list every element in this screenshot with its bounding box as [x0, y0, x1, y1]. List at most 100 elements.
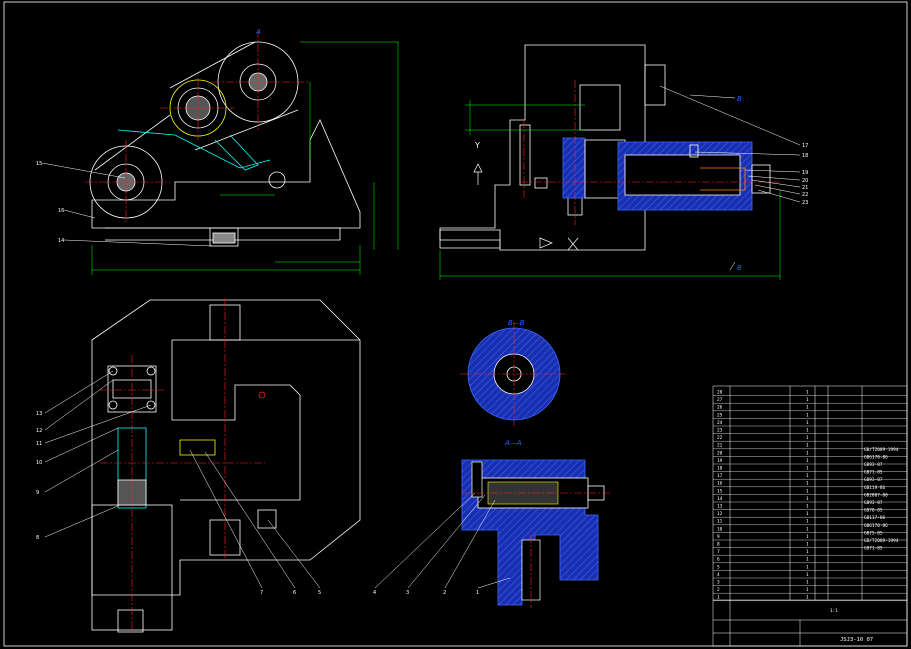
table-cell-no: 22: [717, 435, 723, 441]
callout-20: 20: [802, 178, 808, 184]
table-cell-no: 16: [717, 481, 723, 487]
table-cell-no: 4: [717, 572, 720, 578]
section-a-a: [461, 459, 610, 608]
table-cell-no: 20: [717, 450, 723, 456]
callout-9: 9: [36, 490, 39, 496]
table-cell-qty: 1: [806, 481, 809, 487]
table-cell-qty: 1: [806, 595, 809, 601]
table-cell-qty: 1: [806, 405, 809, 411]
callout-17: 17: [802, 143, 808, 149]
table-cell-no: 19: [717, 458, 723, 464]
callout-19: 19: [802, 170, 808, 176]
table-cell-standard: GB/T2089-1994: [864, 447, 899, 453]
table-cell-qty: 1: [806, 390, 809, 396]
table-cell-no: 2: [717, 587, 720, 593]
callout-13: 13: [36, 411, 42, 417]
section-label-b-b: B—B: [508, 319, 525, 327]
table-cell-no: 10: [717, 526, 723, 532]
section-b-b: [460, 322, 568, 426]
top-view-leaders: [44, 370, 321, 589]
callout-6: 6: [293, 590, 296, 596]
table-cell-qty: 1: [806, 412, 809, 418]
table-cell-qty: 1: [806, 511, 809, 517]
table-cell-qty: 1: [806, 519, 809, 525]
callout-22: 22: [802, 192, 808, 198]
table-cell-standard: GB6170-86: [864, 523, 888, 529]
table-cell-no: 12: [717, 511, 723, 517]
table-cell-no: 28: [717, 390, 723, 396]
front-view: [89, 41, 361, 247]
table-cell-qty: 1: [806, 580, 809, 586]
table-cell-no: 15: [717, 488, 723, 494]
table-cell-standard: GB71-85: [864, 470, 883, 476]
table-cell-qty: 1: [806, 534, 809, 540]
table-cell-no: 18: [717, 466, 723, 472]
table-cell-no: 1: [717, 595, 720, 601]
table-cell-qty: 1: [806, 473, 809, 479]
title-block-rows: 28 127 126 125 124 123 122 121 120 119 118 117 116 11…: [713, 390, 907, 601]
cad-drawing-canvas: A 15 16 14 17 18 19 20 21 22 23 B B Y 13…: [0, 0, 911, 649]
table-cell-standard: GB93-87: [864, 477, 883, 483]
callout-1: 1: [476, 590, 479, 596]
table-cell-no: 27: [717, 397, 723, 403]
callout-2: 2: [443, 590, 446, 596]
axis-indicator: [473, 163, 579, 251]
callout-10: 10: [36, 460, 42, 466]
table-cell-qty: 1: [806, 526, 809, 532]
callout-3: 3: [406, 590, 409, 596]
table-cell-standard: GB117-86: [864, 515, 886, 521]
table-cell-qty: 1: [806, 549, 809, 555]
axis-label-y: Y: [474, 141, 480, 150]
table-cell-no: 23: [717, 428, 723, 434]
table-cell-no: 21: [717, 443, 723, 449]
table-cell-qty: 1: [806, 587, 809, 593]
table-cell-qty: 1: [806, 450, 809, 456]
table-cell-no: 14: [717, 496, 723, 502]
table-cell-qty: 1: [806, 458, 809, 464]
table-cell-no: 26: [717, 405, 723, 411]
table-cell-standard: GB6170-86: [864, 454, 888, 460]
callout-18: 18: [802, 153, 808, 159]
table-cell-no: 24: [717, 420, 723, 426]
table-cell-qty: 1: [806, 397, 809, 403]
section-label-a-a: A—A: [504, 439, 522, 447]
front-view-centerlines: [85, 30, 310, 222]
callout-4: 4: [373, 590, 376, 596]
table-cell-standard: GB2807-80: [864, 492, 888, 498]
table-cell-no: 11: [717, 519, 723, 525]
callout-14: 14: [58, 238, 64, 244]
drawing-frame: [3, 1, 908, 647]
table-cell-qty: 1: [806, 435, 809, 441]
table-cell-qty: 1: [806, 557, 809, 563]
table-cell-no: 17: [717, 473, 723, 479]
callout-8: 8: [36, 535, 39, 541]
cad-drawing: A 15 16 14 17 18 19 20 21 22 23 B B Y 13…: [3, 1, 908, 647]
section-label-b-bottom: B: [737, 264, 742, 272]
table-cell-qty: 1: [806, 564, 809, 570]
callout-11: 11: [36, 441, 42, 447]
callout-5: 5: [318, 590, 321, 596]
callout-16: 16: [58, 208, 64, 214]
top-view-centerlines: [100, 298, 265, 632]
table-cell-no: 5: [717, 564, 720, 570]
table-cell-no: 13: [717, 504, 723, 510]
title-block-drawing-number: JSJ3-10 07: [840, 637, 873, 643]
table-cell-qty: 1: [806, 488, 809, 494]
table-cell-qty: 1: [806, 420, 809, 426]
table-cell-standard: GB93-87: [864, 462, 883, 468]
section-label-b-top: B: [737, 95, 742, 103]
callout-7: 7: [260, 590, 263, 596]
table-cell-qty: 1: [806, 428, 809, 434]
table-cell-qty: 1: [806, 572, 809, 578]
table-cell-standard: GB75-85: [864, 530, 883, 536]
callout-21: 21: [802, 185, 808, 191]
section-label-a-top: A: [255, 28, 261, 36]
table-cell-qty: 1: [806, 443, 809, 449]
table-cell-no: 9: [717, 534, 720, 540]
table-cell-no: 3: [717, 580, 720, 586]
table-cell-standard: GB71-85: [864, 546, 883, 552]
table-cell-standard: GB93-87: [864, 500, 883, 506]
callout-15: 15: [36, 161, 42, 167]
table-cell-qty: 1: [806, 496, 809, 502]
title-block-scale: 1:1: [830, 608, 838, 614]
